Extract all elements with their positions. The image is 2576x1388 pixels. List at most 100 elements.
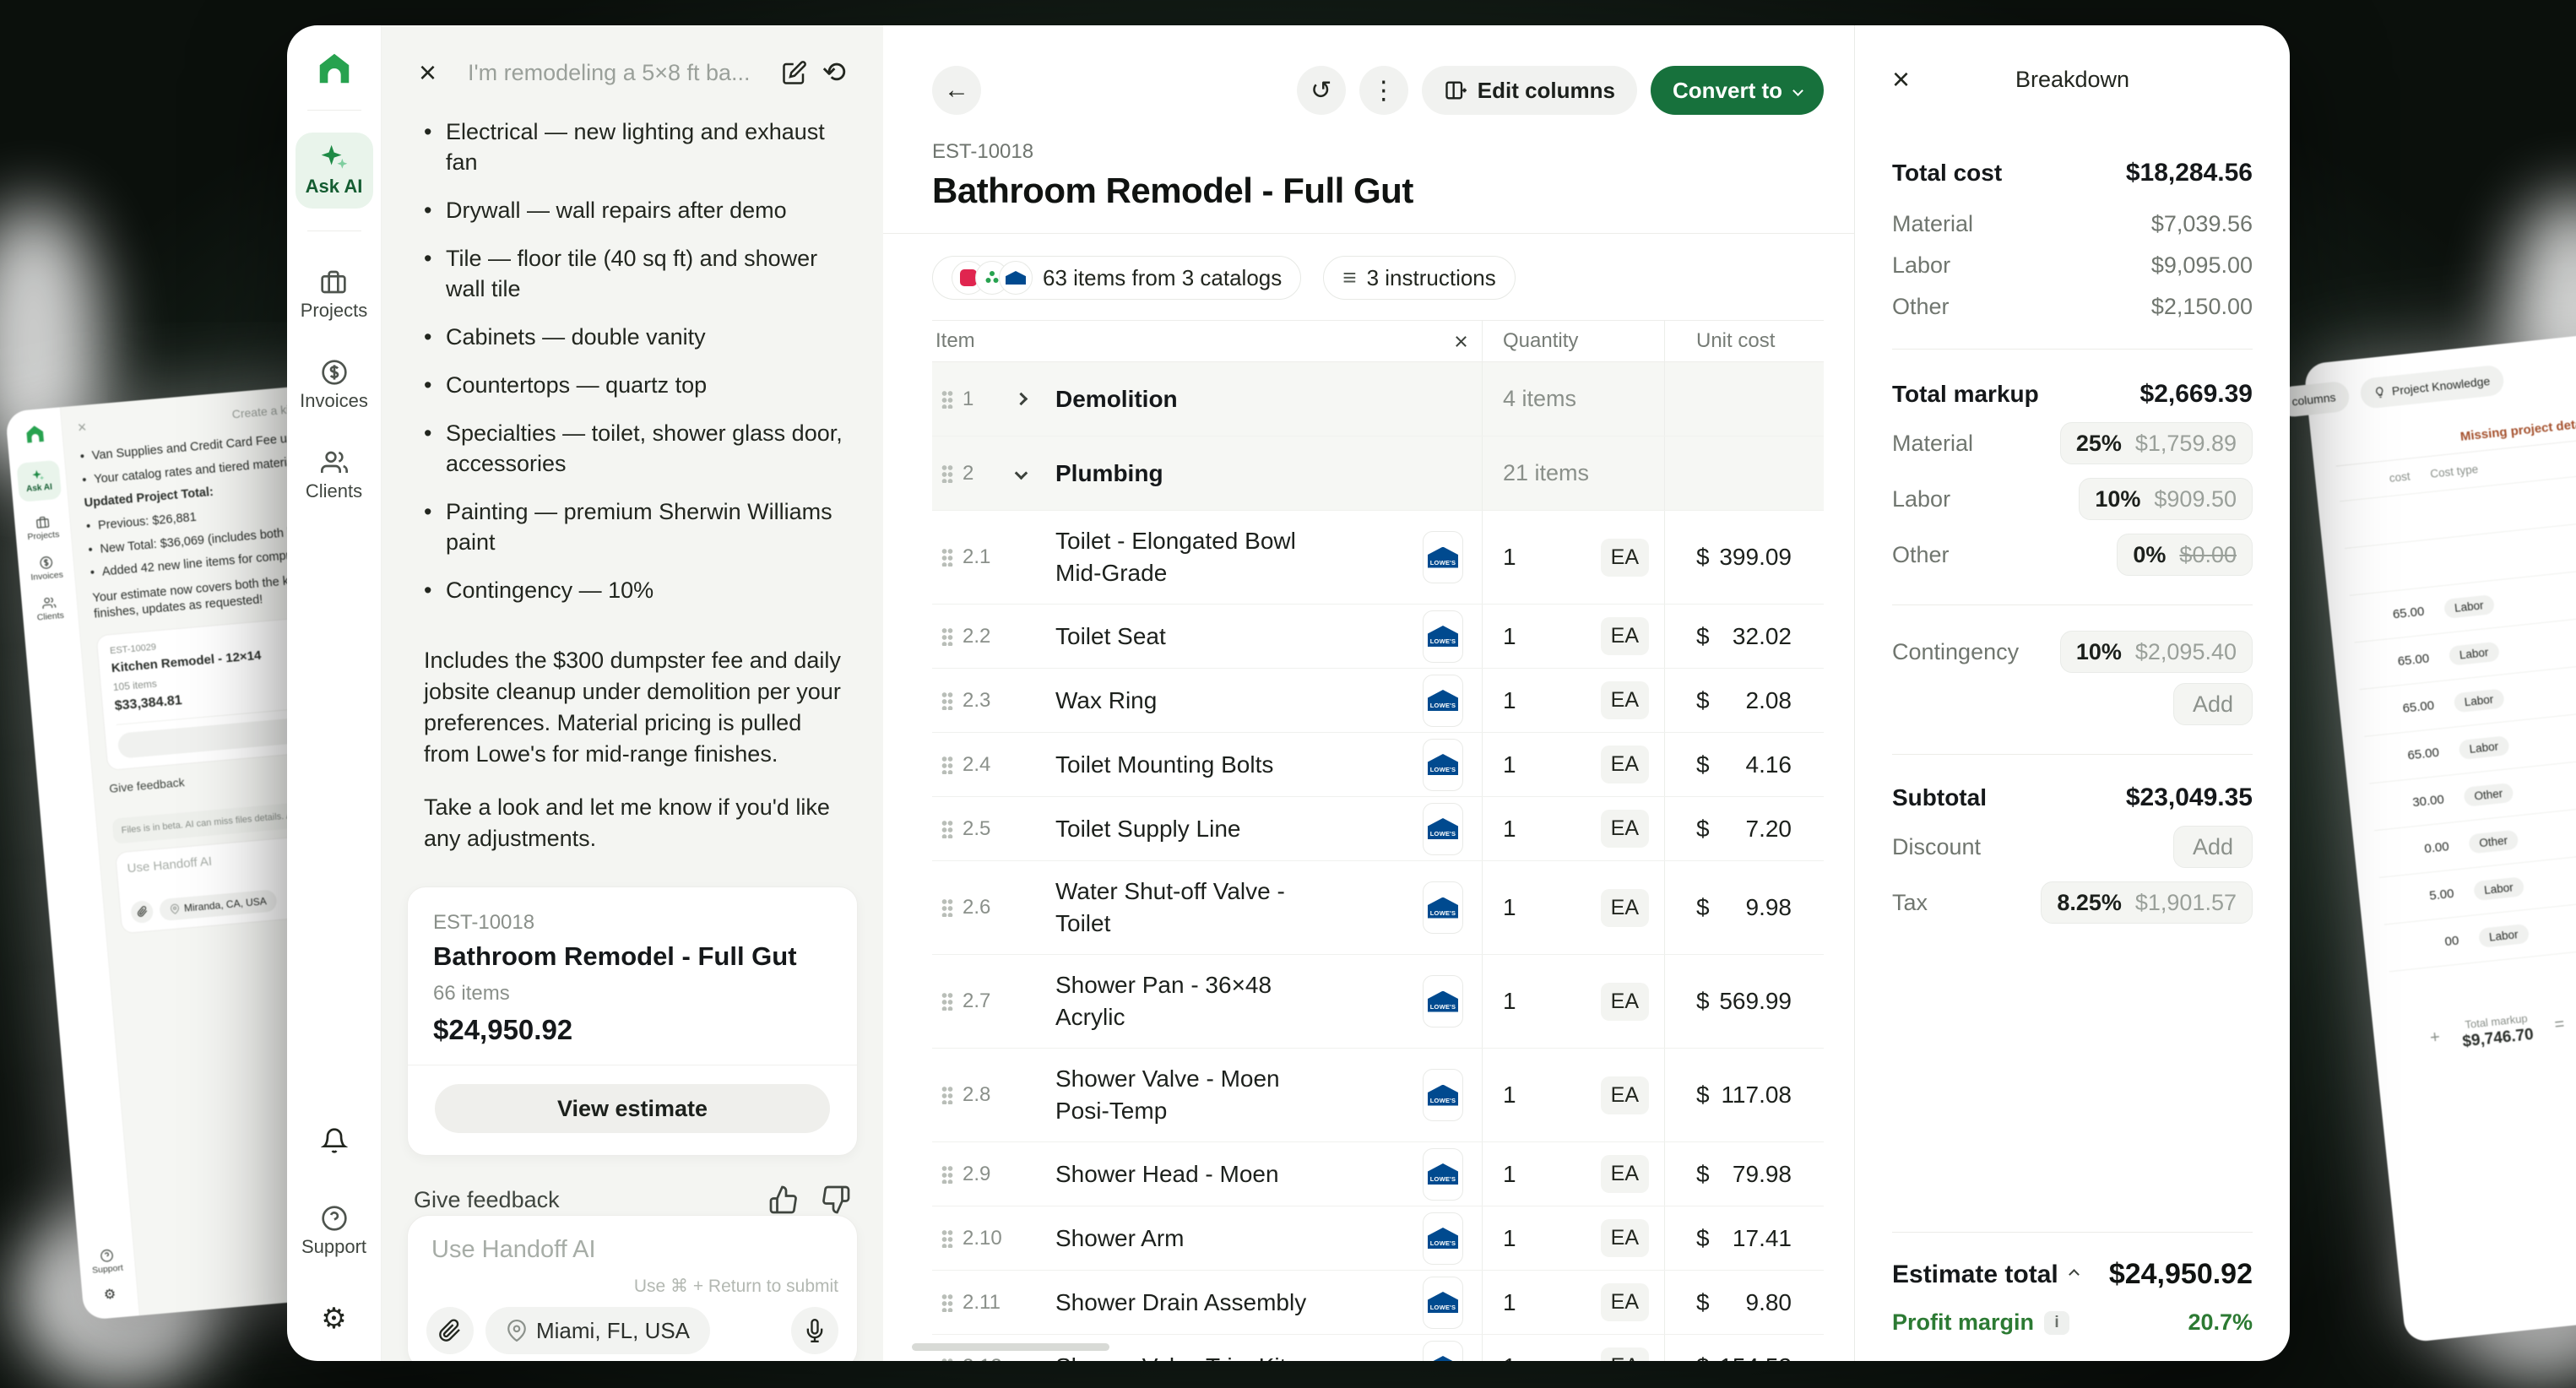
sidebar-item-projects[interactable]: Projects xyxy=(301,268,367,322)
quantity-value[interactable]: 1 xyxy=(1503,1289,1516,1316)
new-chat-button[interactable] xyxy=(782,60,807,85)
quantity-value[interactable]: 1 xyxy=(1503,623,1516,650)
location-chip[interactable]: Miami, FL, USA xyxy=(485,1307,710,1354)
sidebar-item-invoices[interactable]: Invoices xyxy=(300,359,368,412)
unit-badge[interactable]: EA xyxy=(1601,539,1649,577)
unit-badge[interactable]: EA xyxy=(1601,983,1649,1021)
unit-price[interactable]: 399.09 xyxy=(1719,544,1792,571)
table-row[interactable]: 2.2 Toilet Seat LOWE'S 1 EA $ xyxy=(932,605,1824,669)
thumbs-up-icon[interactable] xyxy=(768,1185,799,1215)
unit-badge[interactable]: EA xyxy=(1601,1283,1649,1321)
unit-badge[interactable]: EA xyxy=(1601,1219,1649,1257)
quantity-value[interactable]: 1 xyxy=(1503,1082,1516,1109)
unit-badge[interactable]: EA xyxy=(1601,617,1649,655)
quantity-value[interactable]: 1 xyxy=(1503,988,1516,1015)
unit-price[interactable]: 9.98 xyxy=(1746,894,1792,921)
table-row[interactable]: 2.6 Water Shut-off Valve - Toilet LOWE'S… xyxy=(932,861,1824,955)
edit-columns-button[interactable]: Edit columns xyxy=(1422,66,1637,115)
table-row[interactable]: 2.4 Toilet Mounting Bolts LOWE'S 1 EA $ xyxy=(932,733,1824,797)
unit-badge[interactable]: EA xyxy=(1601,746,1649,783)
unit-badge[interactable]: EA xyxy=(1601,1155,1649,1193)
drag-handle-icon[interactable] xyxy=(932,627,963,646)
close-chat-button[interactable]: × xyxy=(419,57,437,88)
group-row-demolition[interactable]: 1 Demolition 4 items xyxy=(932,362,1824,436)
handoff-logo[interactable] xyxy=(315,49,354,88)
drag-handle-icon[interactable] xyxy=(932,464,963,483)
quantity-value[interactable]: 1 xyxy=(1503,1225,1516,1252)
drag-handle-icon[interactable] xyxy=(932,1086,963,1104)
view-estimate-button[interactable]: View estimate xyxy=(435,1084,830,1133)
drag-handle-icon[interactable] xyxy=(932,548,963,567)
quantity-value[interactable]: 1 xyxy=(1503,894,1516,921)
unit-price[interactable]: 79.98 xyxy=(1733,1161,1792,1188)
thumbs-down-icon[interactable] xyxy=(821,1185,851,1215)
unit-badge[interactable]: EA xyxy=(1601,1076,1649,1114)
unit-price[interactable]: 4.16 xyxy=(1746,751,1792,778)
add-button[interactable]: Add xyxy=(2173,683,2253,725)
drag-handle-icon[interactable] xyxy=(932,1358,963,1362)
markup-pill-material[interactable]: 25% $1,759.89 xyxy=(2060,422,2253,464)
unit-price[interactable]: 32.02 xyxy=(1733,623,1792,650)
unit-price[interactable]: 9.80 xyxy=(1746,1289,1792,1316)
markup-pill-labor[interactable]: 10% $909.50 xyxy=(2079,478,2253,520)
drag-handle-icon[interactable] xyxy=(932,756,963,774)
unit-price[interactable]: 2.08 xyxy=(1746,687,1792,714)
more-options-button[interactable]: ⋮ xyxy=(1359,66,1408,115)
chat-input[interactable]: Use Handoff AI xyxy=(426,1236,838,1264)
unit-badge[interactable]: EA xyxy=(1601,889,1649,927)
quantity-value[interactable]: 1 xyxy=(1503,1161,1516,1188)
table-row[interactable]: 2.11 Shower Drain Assembly LOWE'S 1 EA $ xyxy=(932,1271,1824,1335)
drag-handle-icon[interactable] xyxy=(932,820,963,838)
drag-handle-icon[interactable] xyxy=(932,1165,963,1184)
drag-handle-icon[interactable] xyxy=(932,691,963,710)
drag-handle-icon[interactable] xyxy=(932,992,963,1011)
settings-gear-button[interactable]: ⚙ xyxy=(321,1302,346,1336)
contingency-pill[interactable]: 10% $2,095.40 xyxy=(2060,631,2253,673)
add-discount-button[interactable]: Add xyxy=(2173,826,2253,868)
unit-price[interactable]: 154.52 xyxy=(1719,1353,1792,1362)
chevron-up-icon[interactable] xyxy=(2069,1269,2080,1280)
chevron-right-icon[interactable] xyxy=(1015,393,1028,406)
catalogs-chip[interactable]: 63 items from 3 catalogs xyxy=(932,256,1301,300)
collapse-all-icon[interactable] xyxy=(1457,333,1465,350)
group-row-plumbing[interactable]: 2 Plumbing 21 items xyxy=(932,436,1824,511)
instructions-chip[interactable]: ≡ 3 instructions xyxy=(1323,256,1516,300)
horizontal-scrollbar[interactable] xyxy=(912,1343,1109,1351)
table-row[interactable]: 2.5 Toilet Supply Line LOWE'S 1 EA $ xyxy=(932,797,1824,861)
sidebar-item-ask-ai[interactable]: Ask AI xyxy=(296,133,373,209)
drag-handle-icon[interactable] xyxy=(932,1229,963,1248)
tax-pill[interactable]: 8.25% $1,901.57 xyxy=(2041,881,2253,924)
quantity-value[interactable]: 1 xyxy=(1503,687,1516,714)
markup-pill-other[interactable]: 0% $0.00 xyxy=(2117,534,2253,576)
undo-button[interactable]: ↺ xyxy=(1297,66,1346,115)
unit-price[interactable]: 17.41 xyxy=(1733,1225,1792,1252)
quantity-value[interactable]: 1 xyxy=(1503,816,1516,843)
table-row[interactable]: 2.10 Shower Arm LOWE'S 1 EA $ xyxy=(932,1206,1824,1271)
notifications-button[interactable] xyxy=(321,1127,348,1154)
unit-price[interactable]: 569.99 xyxy=(1719,988,1792,1015)
drag-handle-icon[interactable] xyxy=(932,390,963,409)
table-row[interactable]: 2.1 Toilet - Elongated Bowl Mid-Grade LO… xyxy=(932,511,1824,605)
drag-handle-icon[interactable] xyxy=(932,1293,963,1312)
unit-badge[interactable]: EA xyxy=(1601,810,1649,848)
quantity-value[interactable]: 1 xyxy=(1503,544,1516,571)
sidebar-item-clients[interactable]: Clients xyxy=(306,449,362,502)
unit-price[interactable]: 7.20 xyxy=(1746,816,1792,843)
quantity-value[interactable]: 1 xyxy=(1503,751,1516,778)
voice-input-button[interactable] xyxy=(791,1307,838,1354)
table-row[interactable]: 2.7 Shower Pan - 36×48 Acrylic LOWE'S 1 … xyxy=(932,955,1824,1049)
quantity-value[interactable]: 1 xyxy=(1503,1353,1516,1362)
chat-history-button[interactable]: ⟲ xyxy=(822,58,847,87)
drag-handle-icon[interactable] xyxy=(932,898,963,917)
chat-title[interactable]: I'm remodeling a 5×8 ft ba... xyxy=(452,60,766,86)
sidebar-item-support[interactable]: Support xyxy=(301,1205,366,1258)
table-row[interactable]: 2.8 Shower Valve - Moen Posi-Temp LOWE'S… xyxy=(932,1049,1824,1142)
unit-badge[interactable]: EA xyxy=(1601,681,1649,719)
info-icon[interactable]: i xyxy=(2044,1311,2069,1335)
chevron-down-icon[interactable] xyxy=(1015,467,1028,480)
unit-badge[interactable]: EA xyxy=(1601,1347,1649,1361)
attach-file-button[interactable] xyxy=(426,1307,474,1354)
back-button[interactable]: ← xyxy=(932,66,981,115)
table-row[interactable]: 2.3 Wax Ring LOWE'S 1 EA $ xyxy=(932,669,1824,733)
unit-price[interactable]: 117.08 xyxy=(1721,1082,1792,1109)
